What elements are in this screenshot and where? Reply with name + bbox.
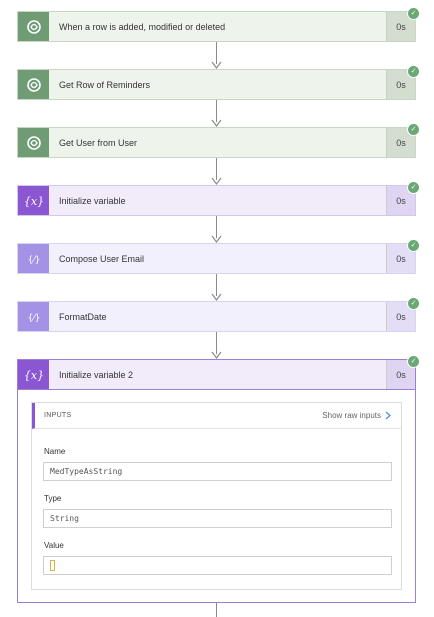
step-title: Get Row of Reminders <box>59 79 151 90</box>
success-check-icon: ✓ <box>407 355 420 368</box>
step-title: Get User from User <box>59 137 138 148</box>
step-when-row-added[interactable]: When a row is added, modified or deleted… <box>17 7 420 42</box>
chevron-right-icon <box>385 411 391 420</box>
success-check-icon: ✓ <box>407 7 420 20</box>
svg-text:{x}: {x} <box>24 369 44 382</box>
arrow-down-icon <box>211 119 222 127</box>
svg-text:{⁄}: {⁄} <box>27 313 40 323</box>
step-title: Compose User Email <box>59 253 145 264</box>
svg-text:{⁄}: {⁄} <box>27 255 40 265</box>
empty-value-marker <box>50 560 55 571</box>
success-check-icon: ✓ <box>407 65 420 78</box>
dataverse-icon <box>18 70 49 99</box>
step-compose-user-email[interactable]: {⁄} Compose User Email 0s ✓ <box>17 239 420 274</box>
arrow-down-icon <box>211 293 222 301</box>
inputs-card: INPUTS Show raw inputs Name MedTypeAsStr… <box>31 402 402 590</box>
arrow-down-icon <box>211 351 222 359</box>
inputs-header: INPUTS Show raw inputs <box>32 403 401 429</box>
step-title: Initialize variable 2 <box>59 369 134 380</box>
value-field[interactable] <box>43 556 392 575</box>
variable-icon: {x} <box>18 186 49 215</box>
compose-icon: {⁄} <box>18 302 49 331</box>
step-title: When a row is added, modified or deleted <box>59 21 226 32</box>
arrow-down-icon <box>211 177 222 185</box>
step-initialize-variable-2[interactable]: {x} Initialize variable 2 0s ✓ <box>17 355 420 390</box>
compose-icon: {⁄} <box>18 244 49 273</box>
step-title: Initialize variable <box>59 195 126 206</box>
field-label-value: Value <box>44 541 64 550</box>
step-title: FormatDate <box>59 311 107 322</box>
show-raw-inputs-label: Show raw inputs <box>322 411 381 420</box>
connector-line <box>216 603 217 617</box>
dataverse-icon <box>18 12 49 41</box>
type-field[interactable]: String <box>43 509 392 528</box>
dataverse-icon <box>18 128 49 157</box>
success-check-icon: ✓ <box>407 239 420 252</box>
svg-text:{x}: {x} <box>24 195 44 208</box>
step-initialize-variable[interactable]: {x} Initialize variable 0s ✓ <box>17 181 420 216</box>
step-formatdate[interactable]: {⁄} FormatDate 0s ✓ <box>17 297 420 332</box>
inputs-label: INPUTS <box>44 412 72 419</box>
success-check-icon: ✓ <box>407 297 420 310</box>
field-label-type: Type <box>44 494 62 503</box>
step-details-panel: INPUTS Show raw inputs Name MedTypeAsStr… <box>17 390 416 603</box>
step-get-user-from-user[interactable]: Get User from User 0s ✓ <box>17 123 420 158</box>
success-check-icon: ✓ <box>407 181 420 194</box>
field-label-name: Name <box>44 447 66 456</box>
step-get-row-of-reminders[interactable]: Get Row of Reminders 0s ✓ <box>17 65 420 100</box>
name-field[interactable]: MedTypeAsString <box>43 462 392 481</box>
success-check-icon: ✓ <box>407 123 420 136</box>
show-raw-inputs-link[interactable]: Show raw inputs <box>322 411 391 420</box>
arrow-down-icon <box>211 235 222 243</box>
variable-icon: {x} <box>18 360 49 389</box>
arrow-down-icon <box>211 61 222 69</box>
